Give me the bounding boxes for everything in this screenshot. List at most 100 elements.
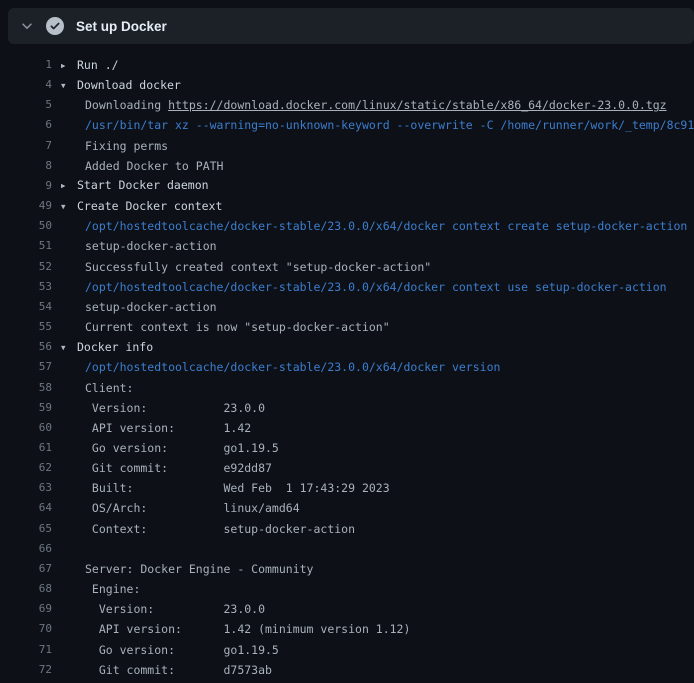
- log-group-toggle[interactable]: ▶Run ./: [52, 55, 119, 75]
- group-label: Docker info: [77, 340, 153, 354]
- line-number-link[interactable]: 61: [0, 438, 52, 458]
- step-title: Set up Docker: [76, 19, 167, 34]
- line-number-link[interactable]: 68: [0, 579, 52, 599]
- log-row: 58Client:: [0, 378, 694, 398]
- log-group-toggle[interactable]: ▶Start Docker daemon: [52, 176, 209, 196]
- log-text: setup-docker-action: [52, 297, 217, 317]
- log-row: 8Added Docker to PATH: [0, 156, 694, 176]
- line-number-link[interactable]: 64: [0, 498, 52, 518]
- command-text: /opt/hostedtoolcache/docker-stable/23.0.…: [52, 277, 667, 297]
- log-row: 6/usr/bin/tar xz --warning=no-unknown-ke…: [0, 115, 694, 135]
- log-group-toggle[interactable]: ▼Download docker: [52, 75, 181, 95]
- download-url-link[interactable]: https://download.docker.com/linux/static…: [168, 98, 667, 112]
- log-text: API version: 1.42 (minimum version 1.12): [52, 619, 410, 639]
- line-number-link[interactable]: 50: [0, 216, 52, 236]
- group-label: Download docker: [77, 78, 181, 92]
- line-number-link[interactable]: 53: [0, 277, 52, 297]
- log-text: Fixing perms: [52, 136, 168, 156]
- line-number-link[interactable]: 58: [0, 378, 52, 398]
- log-row: 61 Go version: go1.19.5: [0, 438, 694, 458]
- log-group-toggle[interactable]: ▼Docker info: [52, 337, 153, 357]
- log-row: 53/opt/hostedtoolcache/docker-stable/23.…: [0, 277, 694, 297]
- line-number-link[interactable]: 70: [0, 619, 52, 639]
- log-row: 63 Built: Wed Feb 1 17:43:29 2023: [0, 478, 694, 498]
- step-header[interactable]: Set up Docker: [8, 8, 694, 44]
- log-text-prefix: Downloading: [85, 98, 168, 112]
- line-number-link[interactable]: 56: [0, 337, 52, 357]
- log-row: 55Current context is now "setup-docker-a…: [0, 317, 694, 337]
- log-text: Successfully created context "setup-dock…: [52, 257, 431, 277]
- log-text: Built: Wed Feb 1 17:43:29 2023: [52, 478, 390, 498]
- log-text: Client:: [52, 378, 133, 398]
- log-text: setup-docker-action: [52, 236, 217, 256]
- line-number-link[interactable]: 49: [0, 196, 52, 216]
- log-text: Go version: go1.19.5: [52, 438, 279, 458]
- log-text: OS/Arch: linux/amd64: [52, 498, 300, 518]
- log-row: 68 Engine:: [0, 579, 694, 599]
- line-number-link[interactable]: 51: [0, 236, 52, 256]
- line-number-link[interactable]: 7: [0, 136, 52, 156]
- line-number-link[interactable]: 9: [0, 176, 52, 196]
- log-area: 1▶Run ./4▼Download docker5Downloading ht…: [0, 44, 694, 680]
- log-text: Version: 23.0.0: [52, 398, 265, 418]
- log-row: 62 Git commit: e92dd87: [0, 458, 694, 478]
- log-row: 70 API version: 1.42 (minimum version 1.…: [0, 619, 694, 639]
- triangle-down-icon: ▼: [61, 338, 77, 358]
- log-row: 72 Git commit: d7573ab: [0, 660, 694, 680]
- line-number-link[interactable]: 55: [0, 317, 52, 337]
- line-number-link[interactable]: 54: [0, 297, 52, 317]
- group-label: Create Docker context: [77, 199, 222, 213]
- line-number-link[interactable]: 52: [0, 257, 52, 277]
- log-row: 69 Version: 23.0.0: [0, 599, 694, 619]
- log-text: Downloading https://download.docker.com/…: [52, 95, 667, 115]
- log-row: 57/opt/hostedtoolcache/docker-stable/23.…: [0, 357, 694, 377]
- log-row: 51setup-docker-action: [0, 236, 694, 256]
- line-number-link[interactable]: 8: [0, 156, 52, 176]
- triangle-right-icon: ▶: [61, 56, 77, 76]
- check-circle-icon: [46, 17, 64, 35]
- line-number-link[interactable]: 57: [0, 357, 52, 377]
- group-label: Run ./: [77, 58, 119, 72]
- log-row: 64 OS/Arch: linux/amd64: [0, 498, 694, 518]
- line-number-link[interactable]: 62: [0, 458, 52, 478]
- log-text: Go version: go1.19.5: [52, 640, 279, 660]
- command-text: /opt/hostedtoolcache/docker-stable/23.0.…: [52, 216, 687, 236]
- line-number-link[interactable]: 59: [0, 398, 52, 418]
- log-row: 56▼Docker info: [0, 337, 694, 357]
- log-row: 52Successfully created context "setup-do…: [0, 257, 694, 277]
- log-row: 4▼Download docker: [0, 75, 694, 95]
- line-number-link[interactable]: 67: [0, 559, 52, 579]
- line-number-link[interactable]: 65: [0, 519, 52, 539]
- line-number-link[interactable]: 72: [0, 660, 52, 680]
- log-text: Version: 23.0.0: [52, 599, 265, 619]
- line-number-link[interactable]: 66: [0, 539, 52, 559]
- line-number-link[interactable]: 6: [0, 115, 52, 135]
- log-row: 5Downloading https://download.docker.com…: [0, 95, 694, 115]
- line-number-link[interactable]: 71: [0, 640, 52, 660]
- log-text: API version: 1.42: [52, 418, 251, 438]
- log-text: Context: setup-docker-action: [52, 519, 355, 539]
- log-row: 54setup-docker-action: [0, 297, 694, 317]
- log-row: 49▼Create Docker context: [0, 196, 694, 216]
- line-number-link[interactable]: 69: [0, 599, 52, 619]
- log-text: Engine:: [52, 579, 140, 599]
- log-row: 67Server: Docker Engine - Community: [0, 559, 694, 579]
- log-text: Server: Docker Engine - Community: [52, 559, 313, 579]
- line-number-link[interactable]: 5: [0, 95, 52, 115]
- line-number-link[interactable]: 60: [0, 418, 52, 438]
- group-label: Start Docker daemon: [77, 178, 209, 192]
- log-group-toggle[interactable]: ▼Create Docker context: [52, 196, 222, 216]
- log-text: Git commit: e92dd87: [52, 458, 272, 478]
- triangle-right-icon: ▶: [61, 176, 77, 196]
- chevron-down-icon[interactable]: [20, 19, 34, 33]
- line-number-link[interactable]: 63: [0, 478, 52, 498]
- triangle-down-icon: ▼: [61, 197, 77, 217]
- log-text: Git commit: d7573ab: [52, 660, 272, 680]
- line-number-link[interactable]: 1: [0, 55, 52, 75]
- line-number-link[interactable]: 4: [0, 75, 52, 95]
- command-text: /usr/bin/tar xz --warning=no-unknown-key…: [52, 115, 694, 135]
- log-row: 59 Version: 23.0.0: [0, 398, 694, 418]
- log-row: 66: [0, 539, 694, 559]
- log-row: 7Fixing perms: [0, 136, 694, 156]
- log-row: 9▶Start Docker daemon: [0, 176, 694, 196]
